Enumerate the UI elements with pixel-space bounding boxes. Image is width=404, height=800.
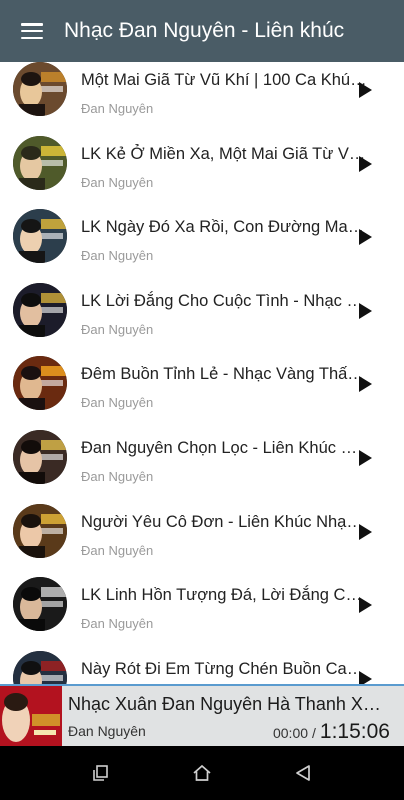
play-icon[interactable] <box>359 229 372 246</box>
song-thumbnail <box>13 62 67 116</box>
play-icon[interactable] <box>359 302 372 319</box>
song-text: LK Kẻ Ở Miền Xa, Một Mai Giã Từ Vũ Khí Đa… <box>81 144 368 191</box>
current-time: 00:00 <box>272 725 309 741</box>
top-app-bar: Nhạc Đan Nguyên - Liên khúc <box>0 0 404 62</box>
system-nav-bar <box>0 746 404 800</box>
song-thumbnail <box>13 282 67 337</box>
list-item[interactable]: Người Yêu Cô Đơn - Liên Khúc Nhạc Bolero… <box>0 503 404 578</box>
song-artist: Đan Nguyên <box>81 321 154 337</box>
song-title: LK Lời Đắng Cho Cuộc Tình - Nhạc Vàng Hả… <box>81 291 368 310</box>
song-list[interactable]: Một Mai Giã Từ Vũ Khí | 100 Ca Khúc Nhạc… <box>0 62 404 684</box>
list-item[interactable]: LK Ngày Đó Xa Rồi, Con Đường Mang Tên Em… <box>0 209 404 283</box>
play-icon[interactable] <box>359 82 372 98</box>
play-icon[interactable] <box>359 376 372 393</box>
song-text: Một Mai Giã Từ Vũ Khí | 100 Ca Khúc Nhạc… <box>81 70 368 117</box>
menu-button[interactable] <box>0 0 64 62</box>
list-item[interactable]: LK Lời Đắng Cho Cuộc Tình - Nhạc Vàng Hả… <box>0 282 404 357</box>
song-artist: Đan Nguyên <box>81 468 154 484</box>
time-separator: / <box>312 725 316 741</box>
song-text: Này Rót Đi Em Từng Chén Buồn Cay ĐắngĐan… <box>81 659 368 684</box>
song-text: Đêm Buồn Tỉnh Lẻ - Nhạc Vàng Thất Tình Đa… <box>81 364 368 411</box>
mini-player[interactable]: Nhạc Xuân Đan Nguyên Hà Thanh Xuân Đan N… <box>0 684 404 746</box>
play-icon[interactable] <box>359 597 372 614</box>
song-title: Này Rót Đi Em Từng Chén Buồn Cay Đắng <box>81 659 368 678</box>
back-icon[interactable] <box>293 763 313 783</box>
play-icon[interactable] <box>359 449 372 466</box>
list-item[interactable]: Một Mai Giã Từ Vũ Khí | 100 Ca Khúc Nhạc… <box>0 62 404 136</box>
song-title: LK Kẻ Ở Miền Xa, Một Mai Giã Từ Vũ Khí <box>81 144 368 163</box>
song-title: Đêm Buồn Tỉnh Lẻ - Nhạc Vàng Thất Tình <box>81 365 368 384</box>
song-artist: Đan Nguyên <box>81 248 154 264</box>
song-text: Đan Nguyên Chọn Lọc - Liên Khúc Nhạc Vàn… <box>81 438 368 485</box>
player-artist: Đan Nguyên <box>68 723 146 739</box>
song-text: LK Ngày Đó Xa Rồi, Con Đường Mang Tên Em… <box>81 217 368 264</box>
song-thumbnail <box>13 429 67 484</box>
app-root: Nhạc Đan Nguyên - Liên khúc Một Mai Giã … <box>0 0 404 800</box>
song-thumbnail <box>13 356 67 411</box>
list-item[interactable]: Đan Nguyên Chọn Lọc - Liên Khúc Nhạc Vàn… <box>0 429 404 504</box>
song-text: LK Lời Đắng Cho Cuộc Tình - Nhạc Vàng Hả… <box>81 291 368 338</box>
list-item[interactable]: LK Linh Hồn Tượng Đá, Lời Đắng Cho Cuộc … <box>0 577 404 651</box>
song-artist: Đan Nguyên <box>81 616 154 632</box>
player-cover-art[interactable] <box>0 686 62 746</box>
play-icon[interactable] <box>359 523 372 540</box>
song-thumbnail <box>13 577 67 632</box>
song-title: Đan Nguyên Chọn Lọc - Liên Khúc Nhạc Vàn… <box>81 438 368 457</box>
song-thumbnail <box>13 209 67 264</box>
song-text: LK Linh Hồn Tượng Đá, Lời Đắng Cho Cuộc … <box>81 585 368 632</box>
recents-icon[interactable] <box>91 763 111 783</box>
song-thumbnail <box>13 135 67 190</box>
list-item[interactable]: LK Kẻ Ở Miền Xa, Một Mai Giã Từ Vũ Khí Đa… <box>0 135 404 210</box>
list-item[interactable]: Này Rót Đi Em Từng Chén Buồn Cay ĐắngĐan… <box>0 650 404 684</box>
hamburger-menu-icon <box>21 23 43 39</box>
song-thumbnail <box>13 503 67 558</box>
song-title: LK Linh Hồn Tượng Đá, Lời Đắng Cho Cuộc … <box>81 586 368 605</box>
play-icon[interactable] <box>359 155 372 172</box>
home-icon[interactable] <box>192 763 212 783</box>
song-title: Người Yêu Cô Đơn - Liên Khúc Nhạc Bolero <box>81 512 368 531</box>
song-artist: Đan Nguyên <box>81 395 154 411</box>
song-title: Một Mai Giã Từ Vũ Khí | 100 Ca Khúc Nhạc… <box>81 71 368 89</box>
song-thumbnail <box>13 650 67 684</box>
player-song-title: Nhạc Xuân Đan Nguyên Hà Thanh Xuân <box>68 694 390 714</box>
song-title: LK Ngày Đó Xa Rồi, Con Đường Mang Tên Em <box>81 218 368 237</box>
total-time: 1:15:06 <box>319 720 390 743</box>
song-artist: Đan Nguyên <box>81 101 154 116</box>
song-artist: Đan Nguyên <box>81 174 154 190</box>
list-item[interactable]: Đêm Buồn Tỉnh Lẻ - Nhạc Vàng Thất Tình Đa… <box>0 356 404 430</box>
player-time: 00:00 / 1:15:06 <box>273 720 390 744</box>
play-icon[interactable] <box>359 670 372 684</box>
song-artist: Đan Nguyên <box>81 542 154 558</box>
page-title: Nhạc Đan Nguyên - Liên khúc <box>64 19 345 42</box>
song-text: Người Yêu Cô Đơn - Liên Khúc Nhạc Bolero… <box>81 512 368 559</box>
